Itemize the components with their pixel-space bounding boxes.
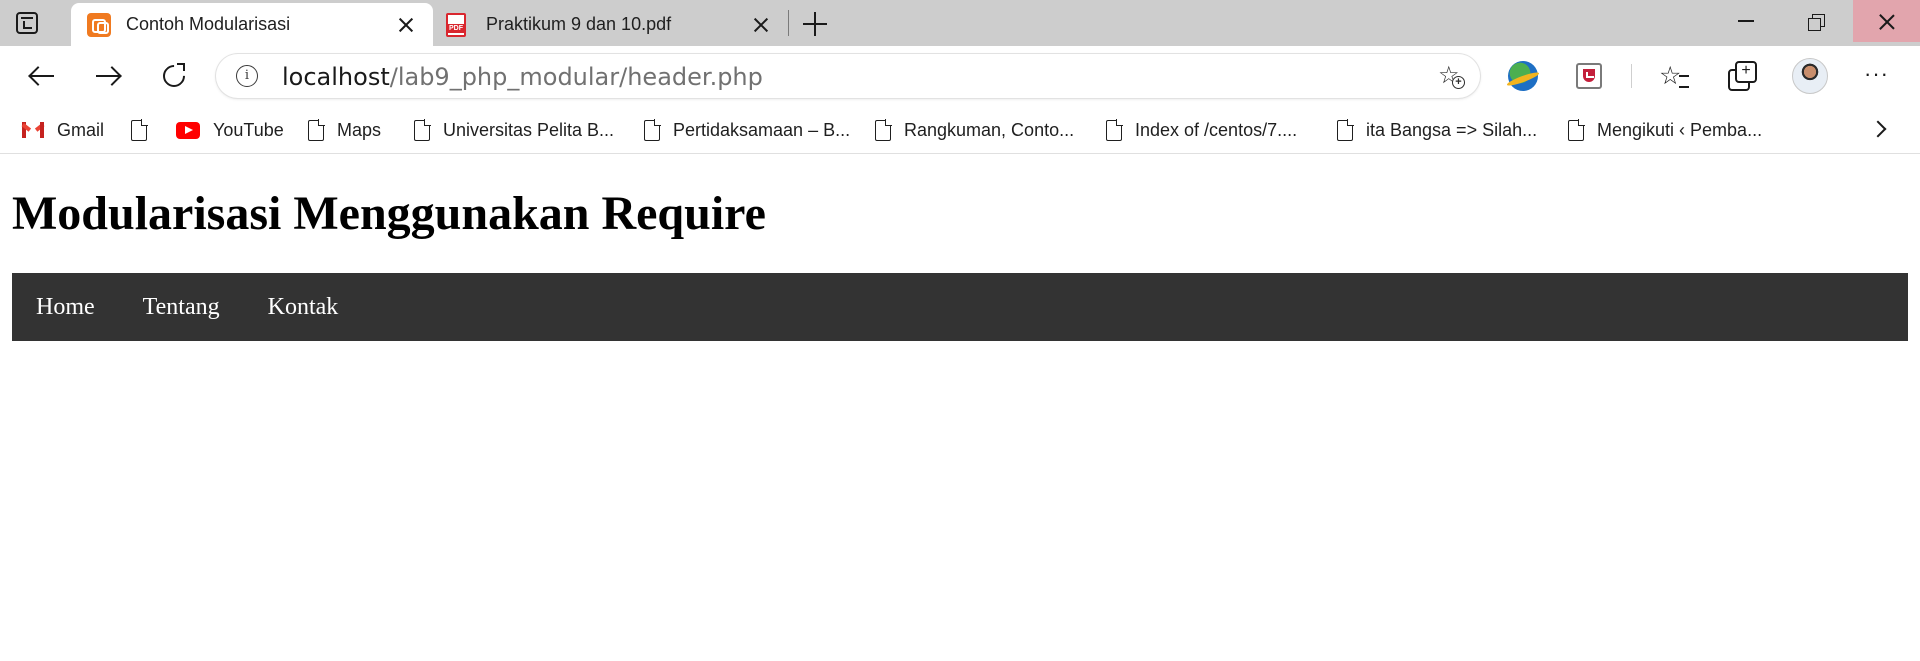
plus-badge: + [1452,76,1465,89]
collections-icon[interactable] [1726,61,1757,91]
add-favorite-icon[interactable]: ☆ + [1438,63,1465,89]
url-host: localhost [282,63,390,91]
bookmark-label: Mengikuti ‹ Pemba... [1597,119,1763,140]
youtube-icon [176,121,200,139]
close-icon[interactable] [397,16,415,34]
bookmark-label: Pertidaksamaan – B... [673,119,851,140]
download-manager-extension-icon[interactable] [1508,61,1538,91]
close-icon[interactable] [752,16,770,34]
page-icon [1106,119,1123,141]
pdf-badge: PDF [446,23,466,33]
nav-link-tentang[interactable]: Tentang [143,294,220,321]
gmail-icon [21,122,45,138]
url-text[interactable]: localhost/lab9_php_modular/header.php [282,64,763,90]
tab-contoh-modularisasi[interactable]: Contoh Modularisasi [71,3,433,46]
bookmark-label: Index of /centos/7.... [1135,119,1298,140]
address-bar[interactable]: i localhost/lab9_php_modular/header.php … [216,54,1480,98]
bookmark-label: YouTube [213,119,284,140]
url-path: /lab9_php_modular/header.php [389,63,763,91]
xampp-icon [87,12,111,37]
security-extension-icon[interactable] [1576,63,1602,89]
minimize-icon[interactable] [1738,20,1754,22]
tab-actions-icon[interactable] [16,12,38,34]
bookmark-index-centos[interactable]: Index of /centos/7.... [1106,106,1297,154]
page-icon [644,119,661,141]
bookmark-label: Rangkuman, Conto... [904,119,1075,140]
bookmark-rangkuman[interactable]: Rangkuman, Conto... [875,106,1074,154]
page-icon [414,119,431,141]
site-info-icon[interactable]: i [236,65,258,87]
browser-toolbar: i localhost/lab9_php_modular/header.php … [0,46,1920,106]
bookmarks-bar: Gmail YouTube Maps Universitas Pelita B.… [0,106,1920,154]
profile-avatar[interactable] [1792,58,1828,94]
bookmark-label: ita Bangsa => Silah... [1366,119,1538,140]
page-icon [308,119,325,141]
bookmark-label: Gmail [57,119,105,140]
page-title: Modularisasi Menggunakan Require [12,187,766,240]
site-nav: Home Tentang Kontak [12,273,1908,341]
chevron-right-icon[interactable] [1869,120,1887,138]
tab-praktikum-pdf[interactable]: PDF Praktikum 9 dan 10.pdf [434,3,786,46]
bookmark-maps[interactable]: Maps [308,106,381,154]
tab-strip: Contoh Modularisasi PDF Praktikum 9 dan … [0,0,1920,46]
more-options-icon[interactable]: ··· [1864,61,1894,91]
bookmark-label: Universitas Pelita B... [443,119,615,140]
tab-title: Praktikum 9 dan 10.pdf [486,14,672,34]
tab-divider [788,10,789,36]
reload-icon[interactable] [158,60,190,92]
nav-link-home[interactable]: Home [36,294,95,321]
favorites-icon[interactable]: ☆ [1659,61,1689,91]
page-icon [1568,119,1585,141]
restore-icon[interactable] [1808,14,1825,31]
page-icon [875,119,892,141]
new-tab-plus-icon[interactable] [803,12,827,36]
tab-title: Contoh Modularisasi [126,14,291,34]
bookmark-gmail[interactable]: Gmail [21,106,105,154]
bookmark-ita-bangsa[interactable]: ita Bangsa => Silah... [1337,106,1537,154]
back-arrow-icon[interactable] [27,61,57,91]
page-icon [131,119,148,141]
forward-arrow-icon[interactable] [93,61,123,91]
nav-link-kontak[interactable]: Kontak [268,294,339,321]
pdf-icon: PDF [446,12,466,37]
bookmark-universitas-pelita[interactable]: Universitas Pelita B... [414,106,614,154]
bookmark-label: Maps [337,119,382,140]
bookmark-untitled[interactable] [131,106,148,154]
toolbar-divider [1631,64,1632,88]
bookmark-youtube[interactable]: YouTube [176,106,284,154]
bookmark-mengikuti[interactable]: Mengikuti ‹ Pemba... [1568,106,1762,154]
bookmark-pertidaksamaan[interactable]: Pertidaksamaan – B... [644,106,850,154]
page-icon [1337,119,1354,141]
window-close-icon[interactable] [1853,0,1920,42]
